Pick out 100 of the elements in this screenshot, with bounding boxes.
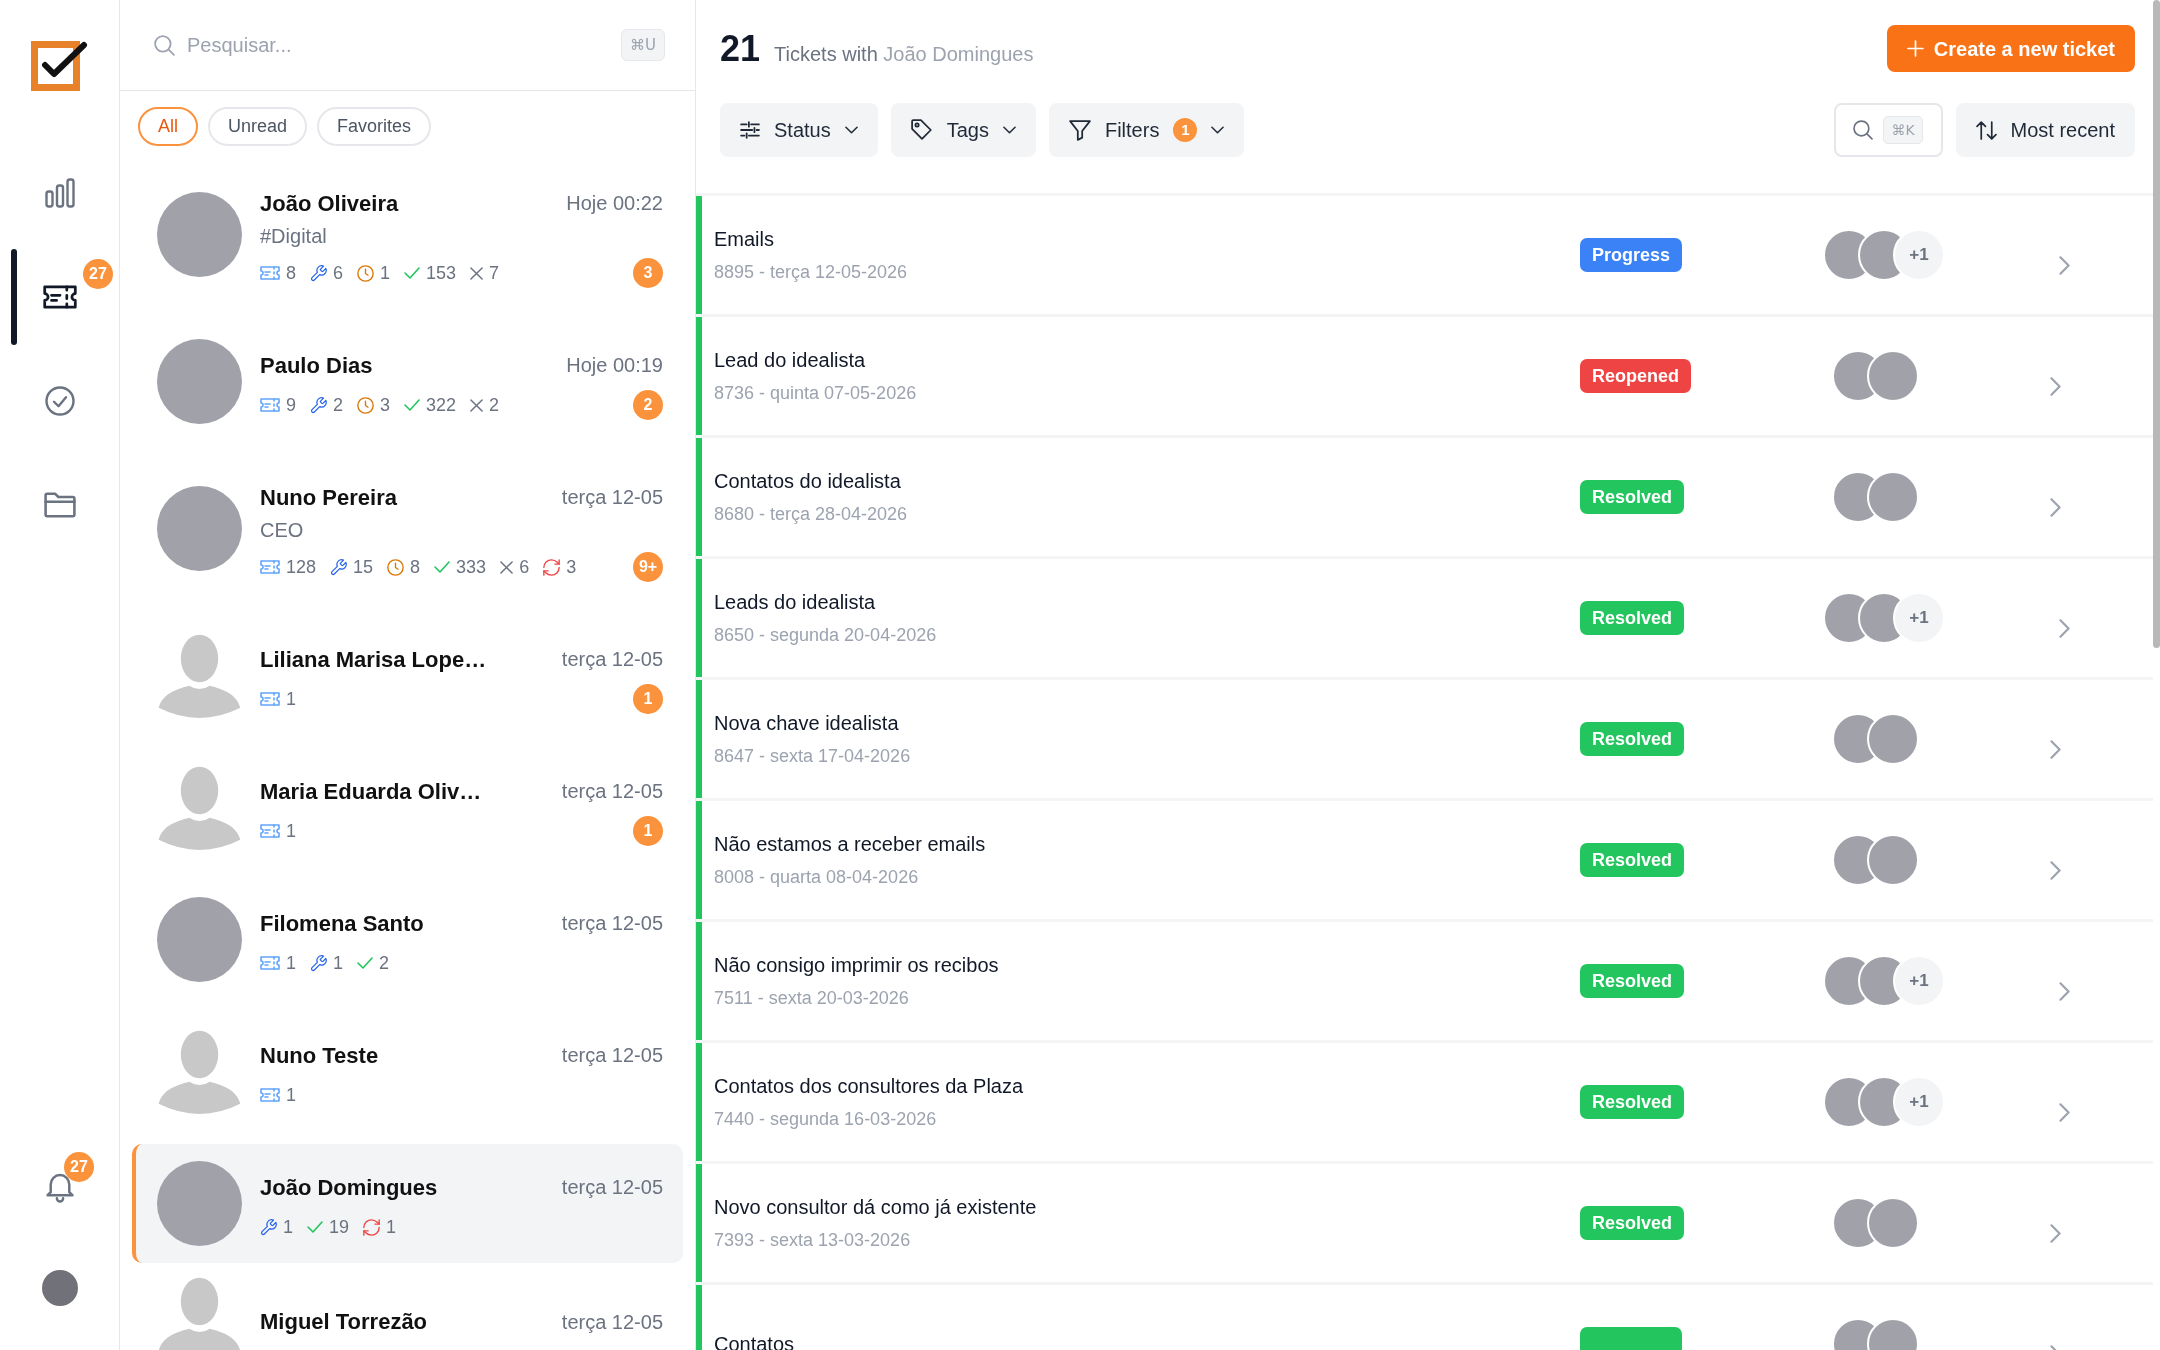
status-badge: Resolved	[1580, 964, 1685, 998]
wrench-icon	[310, 396, 327, 414]
funnel-icon	[1068, 119, 1091, 141]
chevron-right-icon	[2059, 1102, 2070, 1122]
contact-name: Nuno Teste	[260, 1041, 379, 1070]
ticket-icon	[260, 824, 280, 838]
user-avatar[interactable]	[41, 1270, 78, 1306]
stat-count: 333	[456, 555, 487, 579]
ticket-title: Novo consultor dá como já existente	[714, 1195, 1038, 1220]
contact-name: Liliana Marisa Lope…	[260, 645, 487, 674]
filter-chip[interactable]: All	[138, 107, 198, 146]
ticket-row[interactable]: Leads do idealista 8650 - segunda 20-04-2026 Resolved +1	[696, 559, 2153, 680]
status-badge: Reopened	[1580, 359, 1691, 393]
last-activity-time: Hoje 00:19	[566, 353, 663, 378]
filter-dropdown-button[interactable]: Status	[720, 103, 878, 157]
tickets-heading: Tickets with João Domingues	[774, 41, 1034, 67]
ticket-icon	[260, 692, 280, 706]
status-badge: Progress	[1580, 238, 1683, 272]
count-badge: 27	[64, 1152, 94, 1182]
stat-count: 15	[353, 555, 374, 579]
scrollbar-thumb[interactable]	[2153, 0, 2160, 648]
tag-icon	[910, 119, 933, 141]
ticket-meta: 8680 - terça 28-04-2026	[714, 503, 909, 526]
contact-row[interactable]: João Domingues terça 12-05 1 19 1	[132, 1144, 683, 1263]
ticket-title: Emails	[714, 227, 775, 252]
stat-count: 1	[286, 819, 296, 843]
stat-count: 2	[333, 393, 344, 417]
plus-icon	[1906, 40, 1924, 57]
ticket-meta: 7511 - sexta 20-03-2026	[714, 987, 910, 1010]
search-icon	[154, 34, 175, 56]
filter-chip[interactable]: Favorites	[317, 107, 432, 146]
contact-subtitle: CEO	[260, 518, 305, 543]
wrench-icon	[330, 558, 348, 576]
ticket-title: Não estamos a receber emails	[714, 832, 987, 857]
clock-icon	[387, 558, 405, 576]
stat-count: 3	[380, 393, 391, 417]
ticket-meta: 8647 - sexta 17-04-2026	[714, 745, 912, 768]
last-activity-time: Hoje 00:22	[566, 191, 663, 216]
more-assignees-badge: +1	[1893, 592, 1945, 644]
clock-icon	[357, 396, 375, 414]
filter-chip[interactable]: Unread	[208, 107, 308, 146]
ticket-meta: 8650 - segunda 20-04-2026	[714, 624, 938, 647]
close-icon	[470, 266, 484, 280]
refresh-icon	[363, 1218, 381, 1236]
more-assignees-badge: +1	[1893, 229, 1945, 281]
stat-count: 6	[519, 555, 530, 579]
ticket-row[interactable]: Nova chave idealista 8647 - sexta 17-04-2026 Resolved	[696, 680, 2153, 801]
stat-count: 153	[426, 261, 457, 285]
bell-icon	[45, 1171, 74, 1203]
clock-icon	[357, 264, 375, 282]
ticket-row[interactable]: Contatos dos consultores da Plaza 7440 - segunda 16-03-2026 Resolved +1	[696, 1043, 2153, 1164]
ticket-icon	[260, 560, 280, 574]
filter-dropdown-button[interactable]: Tags	[890, 103, 1036, 157]
last-activity-time: terça 12-05	[561, 779, 663, 804]
stat-count: 7	[489, 261, 500, 285]
ticket-row[interactable]: Não estamos a receber emails 8008 - quarta 08-04-2026 Resolved	[696, 801, 2153, 922]
stat-count: 1	[286, 951, 296, 975]
stat-count: 2	[489, 393, 500, 417]
status-badge: Resolved	[1580, 843, 1685, 877]
check-icon	[434, 561, 451, 573]
chevron-right-icon	[2059, 255, 2070, 275]
stat-count: 3	[566, 555, 577, 579]
ticket-meta: 8736 - quinta 07-05-2026	[714, 382, 918, 405]
folder-icon	[43, 492, 76, 518]
ticket-title: Nova chave idealista	[714, 711, 900, 736]
ticket-row[interactable]: Lead do idealista 8736 - quinta 07-05-2026 Reopened	[696, 317, 2153, 438]
ticket-row[interactable]: Contatos do idealista 8680 - terça 28-04-2026 Resolved	[696, 438, 2153, 559]
chevron-right-icon	[2059, 981, 2070, 1001]
ticket-row[interactable]: Novo consultor dá como já existente 7393 - sexta 13-03-2026 Resolved	[696, 1164, 2153, 1285]
contact-name: Miguel Torrezão	[260, 1308, 428, 1336]
ticket-title: Não consigo imprimir os recibos	[714, 953, 1000, 978]
shortcut-key: ⌘U	[621, 29, 665, 61]
shortcut-key: ⌘K	[1883, 116, 1923, 144]
ticket-meta: 8008 - quarta 08-04-2026	[714, 866, 920, 889]
last-activity-time: terça 12-05	[561, 1043, 663, 1068]
chevron-down-icon	[844, 126, 858, 134]
search-field[interactable]: Pesquisar...	[187, 30, 621, 60]
ticket-meta: 8895 - terça 12-05-2026	[714, 261, 909, 284]
sort-button[interactable]: Most recent	[1955, 103, 2135, 157]
stat-count: 1	[386, 1215, 397, 1239]
ticket-icon	[260, 1088, 280, 1102]
unread-count-badge: 2	[633, 390, 663, 420]
contact-name: Paulo Dias	[260, 351, 373, 380]
count-badge: 27	[83, 259, 113, 289]
unread-count-badge: 1	[633, 816, 663, 846]
ticket-icon	[260, 266, 280, 280]
filter-dropdown-button[interactable]: Filters 1	[1048, 103, 1245, 157]
ticket-row[interactable]: Não consigo imprimir os recibos 7511 - sexta 20-03-2026 Resolved +1	[696, 922, 2153, 1043]
stat-count: 1	[380, 261, 391, 285]
last-activity-time: terça 12-05	[561, 647, 663, 672]
last-activity-time: terça 12-05	[561, 911, 663, 936]
contact-name: João Domingues	[260, 1173, 438, 1202]
stat-count: 9	[286, 393, 296, 417]
last-activity-time: terça 12-05	[561, 485, 663, 510]
ticket-row[interactable]: Emails 8895 - terça 12-05-2026 Progress +1	[696, 196, 2153, 317]
unread-count-badge: 1	[633, 684, 663, 714]
status-badge: Resolved	[1580, 1206, 1685, 1240]
bar-chart-icon	[44, 178, 75, 208]
stat-count: 8	[410, 555, 421, 579]
chevron-down-icon	[1002, 126, 1016, 134]
